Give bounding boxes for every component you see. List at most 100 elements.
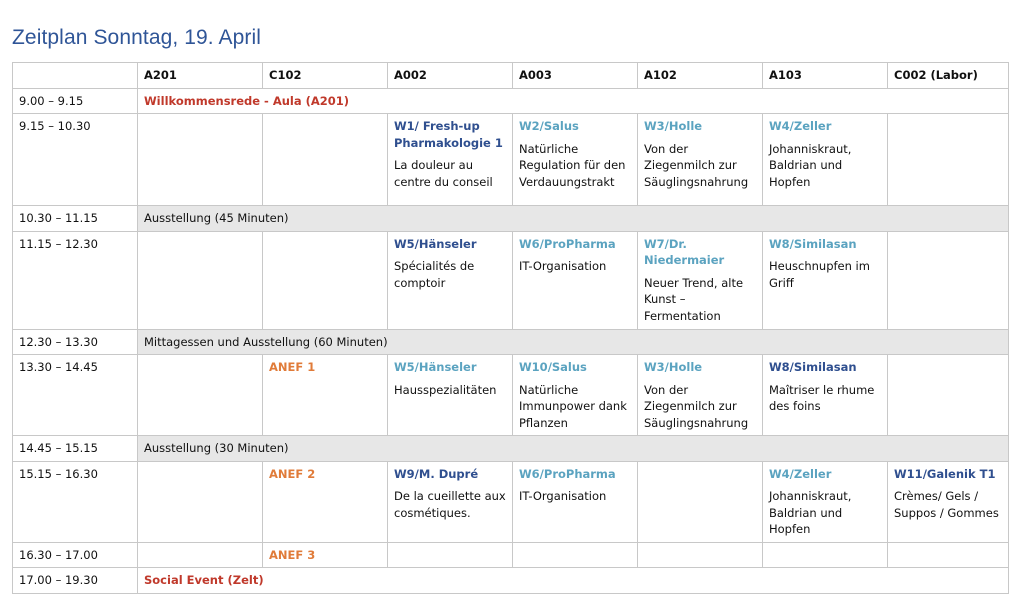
page-title: Zeitplan Sonntag, 19. April	[12, 26, 262, 49]
workshop-cell: W10/Salus Natürliche Immunpower dank Pfl…	[512, 354, 638, 436]
header-cell-c002: C002 (Labor)	[887, 62, 1009, 89]
workshop-title: W6/ProPharma	[519, 466, 616, 481]
workshop-desc: Natürliche Regulation für den Verdauungs…	[519, 141, 626, 189]
anef-cell: ANEF 2	[262, 460, 388, 543]
time-cell: 10.30 – 11.15	[12, 205, 138, 232]
header-cell-a002: A002	[387, 62, 513, 89]
header-cell-a201: A201	[137, 62, 263, 89]
workshop-cell: W8/Similasan Heuschnupfen im Griff	[762, 230, 888, 330]
welcome-text: Willkommensrede - Aula (A201)	[144, 93, 350, 108]
workshop-desc: Spécialités de comptoir	[394, 259, 475, 290]
workshop-title: W8/Similasan	[769, 360, 857, 374]
workshop-desc: IT-Organisation	[519, 489, 607, 503]
workshop-desc: La douleur au centre du conseil	[394, 158, 493, 189]
header-row: A201 C102 A002 A003 A102 A103 C002 (Labo…	[12, 62, 1009, 89]
time-cell: 9.15 – 10.30	[12, 113, 138, 206]
empty-cell	[887, 354, 1009, 436]
workshop-cell: W9/M. Dupré De la cueillette aux cosméti…	[387, 460, 513, 543]
workshop-title: W4/Zeller	[769, 466, 832, 481]
workshop-desc: De la cueillette aux cosmétiques.	[394, 489, 506, 520]
empty-cell	[137, 354, 263, 436]
workshop-title: W5/Hänseler	[394, 360, 477, 374]
time-cell: 12.30 – 13.30	[12, 328, 138, 355]
workshop-title: W3/Holle	[644, 360, 703, 374]
workshop-cell: W3/Holle Von der Ziegenmilch zur Säuglin…	[637, 354, 763, 436]
anef-label: ANEF 3	[269, 547, 316, 562]
workshop-desc: Neuer Trend, alte Kunst – Fermentation	[644, 275, 744, 323]
time-cell: 15.15 – 16.30	[12, 460, 138, 543]
workshop-title: W10/Salus	[519, 360, 587, 374]
workshop-desc: Johanniskraut, Baldrian und Hopfen	[769, 141, 852, 189]
anef-cell: ANEF 3	[262, 541, 388, 568]
workshop-cell: W11/Galenik T1 Crèmes/ Gels / Suppos / G…	[887, 460, 1009, 543]
workshop-cell: W2/Salus Natürliche Regulation für den V…	[512, 113, 638, 206]
social-event-text: Social Event (Zelt)	[144, 573, 264, 587]
time-cell: 13.30 – 14.45	[12, 354, 138, 436]
time-cell: 17.00 – 19.30	[12, 567, 138, 594]
workshop-desc: Crèmes/ Gels / Suppos / Gommes	[894, 489, 999, 520]
workshop-desc: IT-Organisation	[519, 259, 607, 273]
table-row: 12.30 – 13.30 Mittagessen und Ausstellun…	[12, 328, 1009, 355]
workshop-cell: W8/Similasan Maîtriser le rhume des foin…	[762, 354, 888, 436]
header-cell-time	[12, 62, 138, 89]
time-cell: 16.30 – 17.00	[12, 541, 138, 568]
anef-cell: ANEF 1	[262, 354, 388, 436]
workshop-desc: Maîtriser le rhume des foins	[769, 382, 875, 414]
empty-cell	[637, 460, 763, 543]
anef-label: ANEF 2	[269, 466, 316, 481]
table-row: 15.15 – 16.30 ANEF 2 W9/M. Dupré De la c…	[12, 460, 1009, 543]
workshop-title: W4/Zeller	[769, 119, 832, 133]
workshop-desc: Von der Ziegenmilch zur Säuglingsnahrung	[644, 141, 749, 189]
workshop-title: W9/M. Dupré	[394, 466, 479, 481]
workshop-title: W2/Salus	[519, 119, 579, 133]
time-cell: 14.45 – 15.15	[12, 435, 138, 462]
workshop-cell: W6/ProPharma IT-Organisation	[512, 460, 638, 543]
empty-cell	[887, 230, 1009, 330]
table-row: 13.30 – 14.45 ANEF 1 W5/Hänseler Hausspe…	[12, 354, 1009, 436]
table-row: 9.15 – 10.30 W1/ Fresh-up Pharmakologie …	[12, 113, 1009, 206]
time-cell: 9.00 – 9.15	[12, 87, 138, 114]
break-cell: Ausstellung (45 Minuten)	[137, 205, 1009, 232]
workshop-desc: Von der Ziegenmilch zur Säuglingsnahrung	[644, 382, 749, 430]
workshop-cell: W4/Zeller Johanniskraut, Baldrian und Ho…	[762, 460, 888, 543]
empty-cell	[887, 541, 1009, 568]
empty-cell	[262, 113, 388, 206]
header-cell-c102: C102	[262, 62, 388, 89]
welcome-cell: Willkommensrede - Aula (A201)	[137, 87, 1009, 114]
empty-cell	[762, 541, 888, 568]
header-cell-a103: A103	[762, 62, 888, 89]
empty-cell	[387, 541, 513, 568]
header-cell-a003: A003	[512, 62, 638, 89]
workshop-cell: W4/Zeller Johanniskraut, Baldrian und Ho…	[762, 113, 888, 206]
table-row: 17.00 – 19.30 Social Event (Zelt)	[12, 567, 1009, 594]
empty-cell	[262, 230, 388, 330]
empty-cell	[137, 230, 263, 330]
empty-cell	[512, 541, 638, 568]
workshop-title: W8/Similasan	[769, 236, 857, 251]
workshop-title: W11/Galenik T1	[894, 466, 996, 481]
workshop-title: W1/ Fresh-up Pharmakologie 1	[394, 119, 503, 150]
schedule-table: A201 C102 A002 A003 A102 A103 C002 (Labo…	[12, 62, 1009, 594]
workshop-title: W7/Dr. Niedermaier	[644, 236, 725, 268]
workshop-desc: Heuschnupfen im Griff	[769, 259, 870, 290]
table-row: 10.30 – 11.15 Ausstellung (45 Minuten)	[12, 205, 1009, 232]
workshop-cell: W5/Hänseler Spécialités de comptoir	[387, 230, 513, 330]
header-cell-a102: A102	[637, 62, 763, 89]
workshop-cell: W3/Holle Von der Ziegenmilch zur Säuglin…	[637, 113, 763, 206]
empty-cell	[637, 541, 763, 568]
workshop-title: W5/Hänseler	[394, 236, 477, 251]
table-row: 11.15 – 12.30 W5/Hänseler Spécialités de…	[12, 230, 1009, 330]
empty-cell	[137, 113, 263, 206]
table-row: 9.00 – 9.15 Willkommensrede - Aula (A201…	[12, 87, 1009, 114]
workshop-cell: W7/Dr. Niedermaier Neuer Trend, alte Kun…	[637, 230, 763, 330]
workshop-desc: Johanniskraut, Baldrian und Hopfen	[769, 489, 852, 536]
time-cell: 11.15 – 12.30	[12, 230, 138, 330]
workshop-cell: W6/ProPharma IT-Organisation	[512, 230, 638, 330]
empty-cell	[137, 541, 263, 568]
workshop-title: W3/Holle	[644, 119, 703, 133]
social-event-cell: Social Event (Zelt)	[137, 567, 1009, 594]
break-cell: Mittagessen und Ausstellung (60 Minuten)	[137, 328, 1009, 355]
workshop-cell: W5/Hänseler Hausspezialitäten	[387, 354, 513, 436]
workshop-cell: W1/ Fresh-up Pharmakologie 1 La douleur …	[387, 113, 513, 206]
workshop-desc: Natürliche Immunpower dank Pflanzen	[519, 382, 627, 430]
